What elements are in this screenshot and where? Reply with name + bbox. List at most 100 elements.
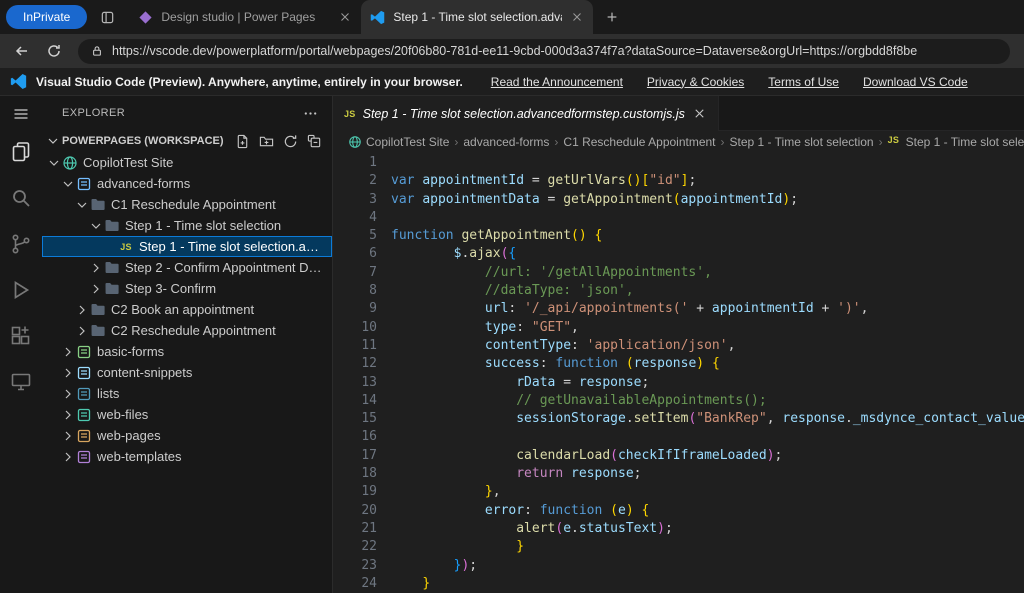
tree-item-step-1-time-slot-selection-advancedformstep-customjs-js[interactable]: JSStep 1 - Time slot selection.advancedf… <box>42 236 332 257</box>
folder-icon <box>90 197 106 213</box>
breadcrumb-label: C1 Reschedule Appointment <box>563 135 715 149</box>
code-line: 8 //dataType: 'json', <box>333 282 1024 300</box>
explorer-icon[interactable] <box>9 140 33 164</box>
form-icon <box>76 407 92 423</box>
tree-item-c2-book-an-appointment[interactable]: C2 Book an appointment <box>42 299 332 320</box>
tree-item-label: Step 3- Confirm <box>125 281 222 296</box>
banner-link-terms-of-use[interactable]: Terms of Use <box>768 75 839 89</box>
js-badge: JS <box>888 135 900 149</box>
new-file-icon[interactable] <box>235 134 250 149</box>
banner-link-download-vs-code[interactable]: Download VS Code <box>863 75 968 89</box>
editor-tab[interactable]: JS Step 1 - Time slot selection.advanced… <box>333 96 719 131</box>
browser-tab-step-1-time-slot-selection-adva[interactable]: Step 1 - Time slot selection.adva <box>361 0 593 34</box>
code-line: 3var appointmentData = getAppointment(ap… <box>333 191 1024 209</box>
breadcrumb-item-step-1-time-slot-selection[interactable]: Step 1 - Time slot selection <box>730 135 874 149</box>
code-line: 17 calendarLoad(checkIfIframeLoaded); <box>333 447 1024 465</box>
code-editor[interactable]: 12var appointmentId = getUrlVars()["id"]… <box>333 153 1024 593</box>
tree-item-step-3-confirm[interactable]: Step 3- Confirm <box>42 278 332 299</box>
tree-item-copilottest-site[interactable]: CopilotTest Site <box>42 152 332 173</box>
browser-tab-design-studio-power-pages[interactable]: Design studio | Power Pages <box>129 0 361 34</box>
code-text <box>377 154 391 172</box>
tree-item-content-snippets[interactable]: content-snippets <box>42 362 332 383</box>
folder-icon <box>90 302 106 318</box>
chevron-down-icon <box>60 176 76 192</box>
tree-item-c1-reschedule-appointment[interactable]: C1 Reschedule Appointment <box>42 194 332 215</box>
breadcrumb-item-advanced-forms[interactable]: advanced-forms <box>463 135 549 149</box>
new-folder-icon[interactable] <box>259 134 274 149</box>
vscode-logo-icon <box>10 73 27 90</box>
search-icon[interactable] <box>9 186 33 210</box>
more-actions-icon[interactable] <box>303 106 318 121</box>
workspace-header[interactable]: POWERPAGES (WORKSPACE) <box>42 130 332 152</box>
powerpages-icon <box>138 10 153 25</box>
new-tab-icon[interactable] <box>605 10 619 24</box>
back-icon[interactable] <box>14 43 30 59</box>
breadcrumb-item-c1-reschedule-appointment[interactable]: C1 Reschedule Appointment <box>563 135 715 149</box>
browser-tab-strip: InPrivate Design studio | Power PagesSte… <box>0 0 1024 34</box>
close-icon[interactable] <box>338 10 352 24</box>
tree-item-label: web-files <box>97 407 154 422</box>
close-icon[interactable] <box>692 106 707 121</box>
line-number: 11 <box>333 337 377 355</box>
tree-item-web-templates[interactable]: web-templates <box>42 446 332 467</box>
code-line: 7 //url: '/getAllAppointments', <box>333 264 1024 282</box>
code-text: //dataType: 'json', <box>377 282 634 300</box>
code-line: 24 } <box>333 575 1024 593</box>
run-debug-icon[interactable] <box>9 278 33 302</box>
line-number: 24 <box>333 575 377 593</box>
code-lines: 12var appointmentId = getUrlVars()["id"]… <box>333 154 1024 593</box>
tree-item-label: C2 Reschedule Appointment <box>111 323 282 338</box>
breadcrumb-item-copilottest-site[interactable]: CopilotTest Site <box>348 135 449 149</box>
chevron-right-icon <box>60 344 76 360</box>
refresh-icon[interactable] <box>283 134 298 149</box>
code-line: 20 error: function (e) { <box>333 502 1024 520</box>
chevron-down-icon <box>46 155 62 171</box>
menu-icon[interactable] <box>13 106 29 122</box>
chevron-right-icon <box>60 449 76 465</box>
line-number: 5 <box>333 227 377 245</box>
tree-item-advanced-forms[interactable]: advanced-forms <box>42 173 332 194</box>
tree-item-lists[interactable]: lists <box>42 383 332 404</box>
browser-window: InPrivate Design studio | Power PagesSte… <box>0 0 1024 593</box>
vscode-banner: Visual Studio Code (Preview). Anywhere, … <box>0 68 1024 96</box>
address-bar[interactable]: https://vscode.dev/powerplatform/portal/… <box>78 39 1010 64</box>
site-icon <box>62 155 78 171</box>
code-line: 23 }); <box>333 557 1024 575</box>
folder-icon <box>104 260 120 276</box>
tree-item-c2-reschedule-appointment[interactable]: C2 Reschedule Appointment <box>42 320 332 341</box>
collapse-all-icon[interactable] <box>307 134 322 149</box>
activity-bar <box>0 96 42 593</box>
breadcrumb-item-step-1-time-slot-selection-advancedformstep-customjs-js[interactable]: JSStep 1 - Time slot selection.advancedf… <box>888 135 1024 149</box>
activity-bar-items <box>9 140 33 416</box>
inprivate-badge[interactable]: InPrivate <box>6 5 87 29</box>
tree-item-basic-forms[interactable]: basic-forms <box>42 341 332 362</box>
tab-actions-icon[interactable] <box>100 10 115 25</box>
line-number: 9 <box>333 300 377 318</box>
tree-item-label: basic-forms <box>97 344 170 359</box>
tree-item-label: web-pages <box>97 428 167 443</box>
tree-item-label: Step 1 - Time slot selection <box>125 218 287 233</box>
banner-link-read-the-announcement[interactable]: Read the Announcement <box>491 75 623 89</box>
code-text: calendarLoad(checkIfIframeLoaded); <box>377 447 782 465</box>
js-icon: JS <box>118 239 134 255</box>
tree-item-step-2-confirm-appointment-details[interactable]: Step 2 - Confirm Appointment Details <box>42 257 332 278</box>
folder-icon <box>104 218 120 234</box>
line-number: 12 <box>333 355 377 373</box>
close-icon[interactable] <box>570 10 584 24</box>
tree-item-web-files[interactable]: web-files <box>42 404 332 425</box>
breadcrumb-label: Step 1 - Time slot selection <box>730 135 874 149</box>
lock-icon <box>91 45 103 57</box>
tree-item-step-1-time-slot-selection[interactable]: Step 1 - Time slot selection <box>42 215 332 236</box>
remote-icon[interactable] <box>9 370 33 394</box>
chevron-right-icon <box>60 365 76 381</box>
refresh-icon[interactable] <box>46 43 62 59</box>
code-text: }); <box>377 557 477 575</box>
banner-link-privacy-cookies[interactable]: Privacy & Cookies <box>647 75 744 89</box>
line-number: 18 <box>333 465 377 483</box>
code-line: 16 <box>333 428 1024 446</box>
tree-item-web-pages[interactable]: web-pages <box>42 425 332 446</box>
code-text: error: function (e) { <box>377 502 649 520</box>
line-number: 16 <box>333 428 377 446</box>
extensions-icon[interactable] <box>9 324 33 348</box>
source-control-icon[interactable] <box>9 232 33 256</box>
